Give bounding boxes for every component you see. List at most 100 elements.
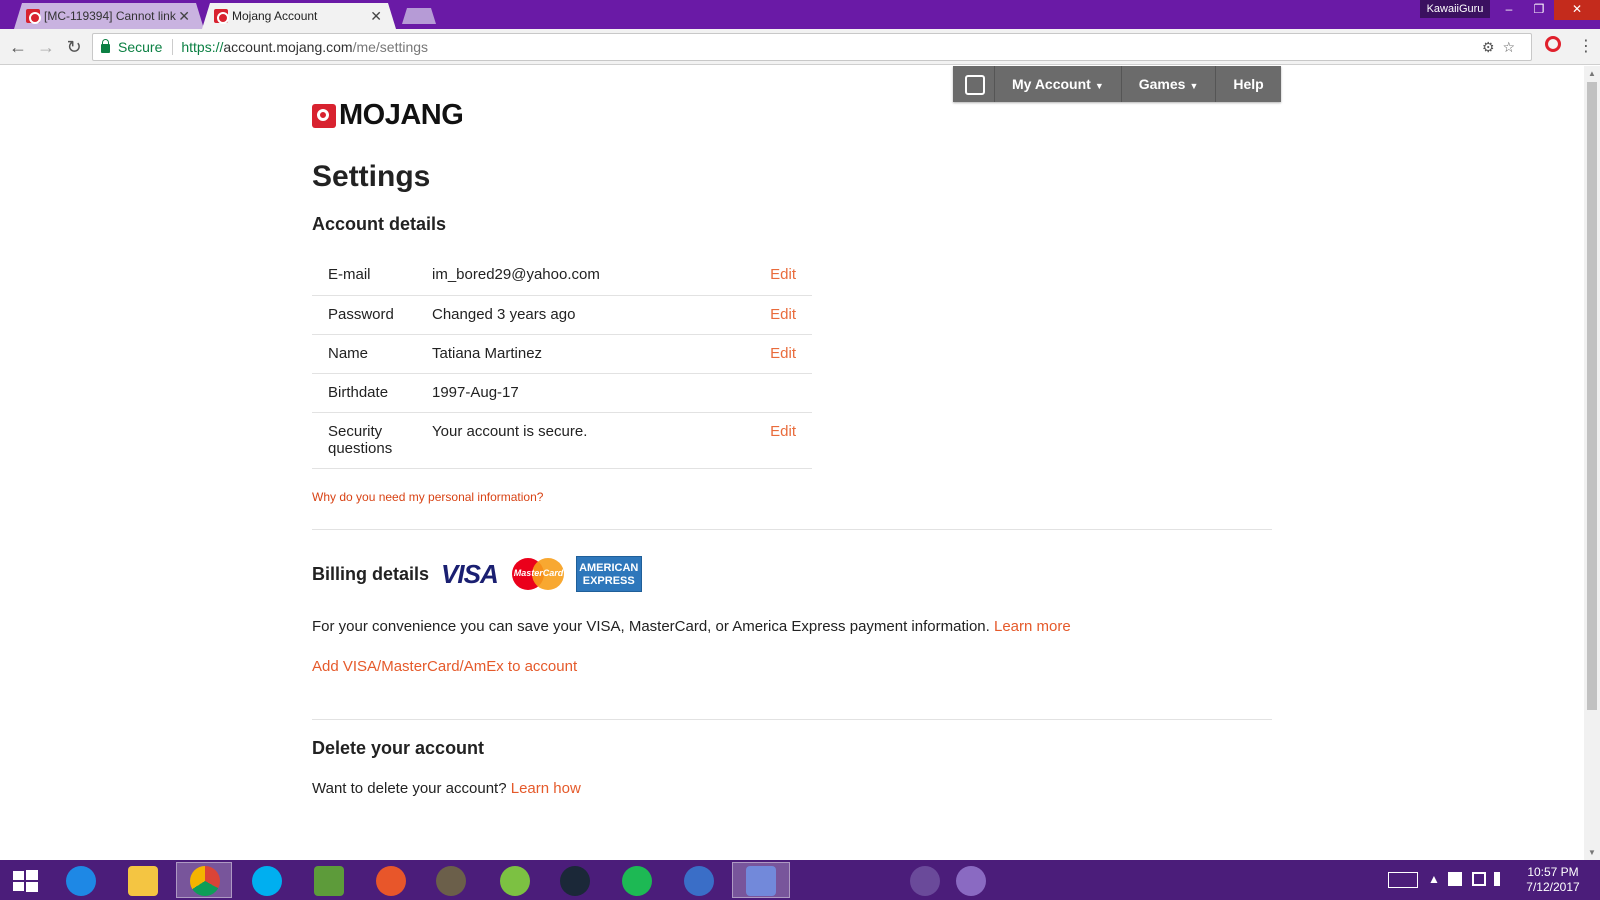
nav-label: My Account xyxy=(1012,76,1091,92)
chrome-icon[interactable] xyxy=(190,866,220,896)
mojang-logo[interactable]: MOJANG xyxy=(312,99,464,132)
page-scrollbar[interactable]: ▲ ▼ xyxy=(1584,66,1600,860)
flag-icon[interactable] xyxy=(1448,872,1462,886)
add-card-link[interactable]: Add VISA/MasterCard/AmEx to account xyxy=(312,658,577,675)
app-icon[interactable] xyxy=(910,866,940,896)
url-text[interactable]: https://account.mojang.com/me/settings xyxy=(181,39,428,55)
minimize-button[interactable]: – xyxy=(1494,0,1524,20)
browser-menu-icon[interactable]: ⋮ xyxy=(1578,36,1594,56)
billing-description: For your convenience you can save your V… xyxy=(312,618,1071,635)
nav-games[interactable]: Games ▼ xyxy=(1122,66,1217,102)
table-row: E-mail im_bored29@yahoo.com Edit xyxy=(312,256,812,296)
table-row: Security questions Your account is secur… xyxy=(312,412,812,469)
gimp-icon[interactable] xyxy=(436,866,466,896)
row-value: im_bored29@yahoo.com xyxy=(432,256,742,296)
billing-learn-more-link[interactable]: Learn more xyxy=(994,618,1071,635)
scrollbar-thumb[interactable] xyxy=(1587,82,1597,710)
mojang-logo-icon xyxy=(312,103,336,128)
volume-icon[interactable] xyxy=(1494,872,1506,886)
row-value: Your account is secure. xyxy=(432,412,742,469)
spotify-icon[interactable] xyxy=(622,866,652,896)
row-label: Birthdate xyxy=(312,373,432,413)
edit-name-link[interactable]: Edit xyxy=(770,345,796,362)
tray-expand-icon[interactable]: ▲ xyxy=(1428,872,1440,900)
profile-user-badge[interactable]: KawaiiGuru xyxy=(1420,0,1490,18)
tab-label: Mojang Account xyxy=(232,9,318,23)
sims-plumbob-icon[interactable] xyxy=(500,866,530,896)
browser-titlebar: [MC-119394] Cannot link ✕ Mojang Account… xyxy=(0,0,1600,29)
amex-line1: AMERICAN xyxy=(579,562,639,574)
minecraft-icon[interactable] xyxy=(314,866,344,896)
network-icon[interactable] xyxy=(1472,872,1486,886)
billing-details-heading: Billing details xyxy=(312,563,430,584)
keyboard-icon[interactable] xyxy=(1388,872,1418,888)
row-value: 1997-Aug-17 xyxy=(432,373,742,413)
table-row: Password Changed 3 years ago Edit xyxy=(312,295,812,335)
nav-my-account[interactable]: My Account ▼ xyxy=(995,66,1122,102)
origin-icon[interactable] xyxy=(376,866,406,896)
row-value: Changed 3 years ago xyxy=(432,295,742,335)
row-value: Tatiana Martinez xyxy=(432,334,742,374)
row-label: Name xyxy=(312,334,432,374)
billing-header: Billing details VISA MasterCard AMERICAN… xyxy=(312,556,642,592)
taskbar-clock[interactable]: 10:57 PM 7/12/2017 xyxy=(1518,865,1588,895)
reload-icon[interactable]: ↻ xyxy=(64,37,84,58)
back-arrow-icon[interactable]: ← xyxy=(8,37,28,58)
maximize-button[interactable]: ❐ xyxy=(1524,0,1554,20)
section-divider xyxy=(312,719,1272,720)
opera-extension-icon[interactable] xyxy=(1545,36,1561,52)
account-details-heading: Account details xyxy=(312,214,447,234)
why-personal-info-link[interactable]: Why do you need my personal information? xyxy=(312,490,543,504)
clock-time: 10:57 PM xyxy=(1527,865,1579,879)
page-viewport: My Account ▼ Games ▼ Help MOJANG Settings … xyxy=(0,66,1584,860)
app-icon[interactable] xyxy=(684,866,714,896)
edit-password-link[interactable]: Edit xyxy=(770,306,796,323)
site-nav-menu: My Account ▼ Games ▼ Help xyxy=(953,66,1281,102)
delete-account-text: Want to delete your account? Learn how xyxy=(312,780,581,797)
discord-icon[interactable] xyxy=(746,866,776,896)
row-label: Security questions xyxy=(312,412,432,469)
mastercard-logo: MasterCard xyxy=(511,558,564,590)
address-bar[interactable]: Secure https://account.mojang.com/me/set… xyxy=(92,33,1532,61)
caret-down-icon: ▼ xyxy=(1094,81,1104,91)
internet-explorer-icon[interactable] xyxy=(66,866,96,896)
delete-account-heading: Delete your account xyxy=(312,738,485,758)
close-window-button[interactable]: ✕ xyxy=(1554,0,1600,20)
edit-security-questions-link[interactable]: Edit xyxy=(770,423,796,440)
nav-label: Games xyxy=(1138,76,1186,92)
row-label: Password xyxy=(312,295,432,335)
url-path: /me/settings xyxy=(352,39,429,55)
steam-icon[interactable] xyxy=(560,866,590,896)
windows-start-icon[interactable] xyxy=(10,866,40,896)
mojang-home-icon[interactable] xyxy=(953,66,995,102)
caret-down-icon: ▼ xyxy=(1189,81,1199,91)
nav-help[interactable]: Help xyxy=(1216,66,1280,102)
skype-icon[interactable] xyxy=(252,866,282,896)
forward-arrow-icon[interactable]: → xyxy=(36,37,56,58)
amex-line2: EXPRESS xyxy=(582,575,635,587)
edit-email-link[interactable]: Edit xyxy=(770,266,796,283)
url-protocol: https:// xyxy=(181,39,224,55)
tab-label: [MC-119394] Cannot link xyxy=(44,9,176,23)
lock-icon xyxy=(101,38,110,53)
close-tab-icon[interactable]: ✕ xyxy=(370,8,382,25)
tab-mojang-account[interactable]: Mojang Account ✕ xyxy=(202,3,396,29)
secure-label: Secure xyxy=(118,39,174,55)
tab-mc-issue[interactable]: [MC-119394] Cannot link ✕ xyxy=(14,3,204,29)
table-row: Name Tatiana Martinez Edit xyxy=(312,334,812,374)
clock-date: 7/12/2017 xyxy=(1526,880,1580,894)
mastercard-text: MasterCard xyxy=(513,568,564,578)
scroll-up-icon[interactable]: ▲ xyxy=(1588,69,1596,78)
delete-learn-how-link[interactable]: Learn how xyxy=(511,780,581,797)
close-tab-icon[interactable]: ✕ xyxy=(178,8,190,25)
scroll-down-icon[interactable]: ▼ xyxy=(1588,848,1596,857)
logo-text: MOJANG xyxy=(339,99,464,131)
file-explorer-icon[interactable] xyxy=(128,866,158,896)
account-details-table: E-mail im_bored29@yahoo.com Edit Passwor… xyxy=(312,256,812,469)
amex-logo: AMERICAN EXPRESS xyxy=(575,556,642,592)
mojang-favicon-icon xyxy=(214,9,228,23)
new-tab-button[interactable] xyxy=(402,8,436,24)
sparkle-app-icon[interactable] xyxy=(956,866,986,896)
extension-and-star-icon[interactable]: ⚙☆ xyxy=(1482,39,1523,56)
section-divider xyxy=(312,529,1272,530)
